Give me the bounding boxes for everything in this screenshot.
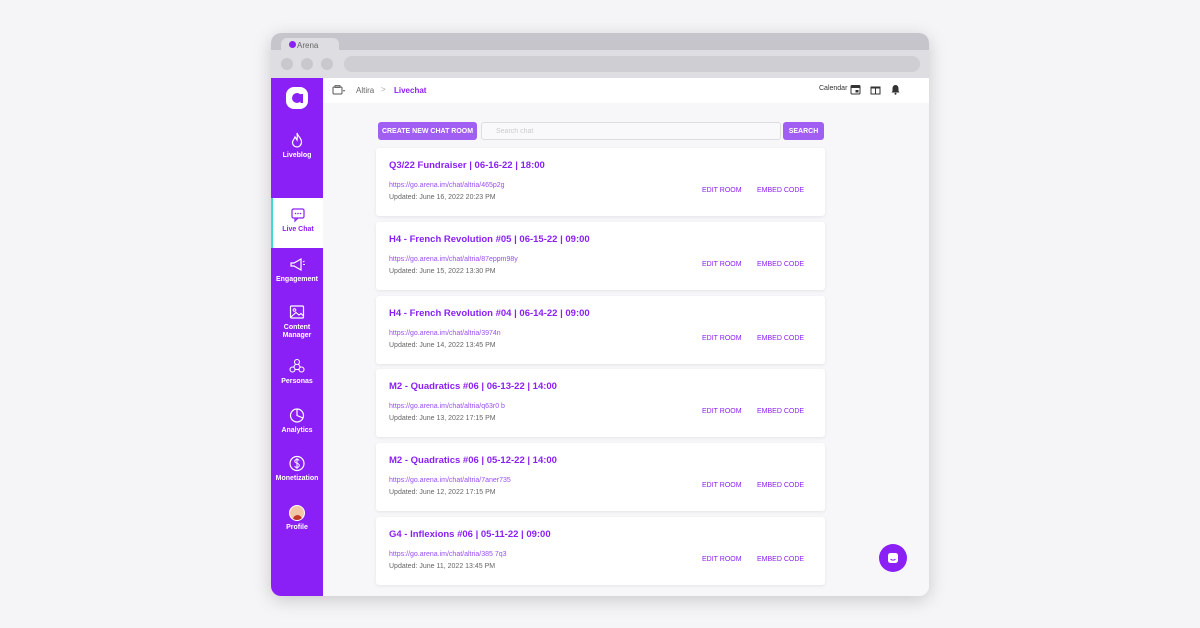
chat-icon — [291, 208, 305, 223]
calendar-link[interactable]: Calendar — [819, 85, 847, 92]
flame-icon — [291, 132, 303, 148]
sidebar-item-label: Liveblog — [282, 152, 312, 159]
room-link[interactable]: https://go.arena.im/chat/altria/q63r0 b — [389, 403, 505, 410]
room-title[interactable]: M2 - Quadratics #06 | 05-12-22 | 14:00 — [389, 455, 557, 466]
edit-room-button[interactable]: EDIT ROOM — [702, 335, 742, 342]
create-chat-room-button[interactable]: CREATE NEW CHAT ROOM — [378, 122, 477, 140]
sidebar-item-analytics[interactable]: Analytics — [271, 399, 323, 449]
list-item: Q3/22 Fundraiser | 06-16-22 | 18:00 http… — [376, 148, 825, 216]
search-input[interactable] — [481, 122, 781, 140]
edit-room-button[interactable]: EDIT ROOM — [702, 408, 742, 415]
message-icon — [888, 553, 898, 563]
sidebar-item-label: Engagement — [275, 276, 318, 283]
arena-logo-icon[interactable] — [285, 86, 309, 110]
sidebar: Liveblog Live Chat Engagement Content Ma… — [271, 78, 323, 596]
sidebar-item-content-manager[interactable]: Content Manager — [271, 296, 323, 350]
gift-icon[interactable] — [870, 84, 881, 95]
tab-title: Arena — [297, 41, 319, 50]
edit-room-button[interactable]: EDIT ROOM — [702, 556, 742, 563]
avatar — [289, 505, 305, 521]
room-updated: Updated: June 15, 2022 13:30 PM — [389, 267, 496, 275]
chat-room-list: Q3/22 Fundraiser | 06-16-22 | 18:00 http… — [376, 148, 825, 591]
room-updated: Updated: June 11, 2022 13:45 PM — [389, 562, 496, 570]
breadcrumb-separator: > — [381, 85, 386, 94]
sidebar-item-label: Content Manager — [282, 324, 312, 339]
sidebar-item-live-chat[interactable]: Live Chat — [271, 198, 323, 248]
sidebar-item-label: Personas — [281, 378, 313, 385]
embed-code-button[interactable]: EMBED CODE — [757, 408, 804, 415]
embed-code-button[interactable]: EMBED CODE — [757, 187, 804, 194]
breadcrumb-altira[interactable]: Altira — [356, 86, 374, 95]
room-link[interactable]: https://go.arena.im/chat/altria/385 7q3 — [389, 551, 507, 558]
room-link[interactable]: https://go.arena.im/chat/altria/87eppm98… — [389, 256, 518, 263]
browser-toolbar — [271, 50, 929, 78]
room-title[interactable]: G4 - Inflexions #06 | 05-11-22 | 09:00 — [389, 529, 551, 540]
list-item: H4 - French Revolution #05 | 06-15-22 | … — [376, 221, 825, 290]
embed-code-button[interactable]: EMBED CODE — [757, 261, 804, 268]
room-link[interactable]: https://go.arena.im/chat/altria/465p2g — [389, 182, 505, 189]
room-title[interactable]: M2 - Quadratics #06 | 06-13-22 | 14:00 — [389, 381, 557, 392]
room-title[interactable]: Q3/22 Fundraiser | 06-16-22 | 18:00 — [389, 160, 545, 171]
dollar-icon — [289, 455, 305, 472]
browser-window: Arena Liveblog Live Chat Engagement Cont… — [271, 33, 929, 596]
support-chat-button[interactable] — [879, 544, 907, 572]
forward-button[interactable] — [301, 58, 313, 70]
back-button[interactable] — [281, 58, 293, 70]
list-item: M2 - Quadratics #06 | 05-12-22 | 14:00 h… — [376, 443, 825, 512]
pie-chart-icon — [289, 408, 305, 423]
search-button[interactable]: SEARCH — [783, 122, 824, 140]
embed-code-button[interactable]: EMBED CODE — [757, 482, 804, 489]
organization-icon[interactable] — [332, 85, 346, 96]
edit-room-button[interactable]: EDIT ROOM — [702, 482, 742, 489]
main-content: Altira > Livechat Calendar CREATE NEW CH… — [323, 78, 929, 596]
embed-code-button[interactable]: EMBED CODE — [757, 335, 804, 342]
calendar-icon[interactable] — [850, 84, 861, 95]
edit-room-button[interactable]: EDIT ROOM — [702, 261, 742, 268]
embed-code-button[interactable]: EMBED CODE — [757, 556, 804, 563]
tab-strip: Arena — [271, 33, 929, 52]
edit-room-button[interactable]: EDIT ROOM — [702, 187, 742, 194]
room-updated: Updated: June 13, 2022 17:15 PM — [389, 415, 496, 423]
megaphone-icon — [290, 257, 305, 272]
sidebar-item-liveblog[interactable]: Liveblog — [271, 124, 323, 174]
sidebar-item-label: Analytics — [281, 427, 313, 434]
list-item: H4 - French Revolution #04 | 06-14-22 | … — [376, 295, 825, 364]
sidebar-item-label: Monetization — [275, 475, 319, 482]
room-updated: Updated: June 14, 2022 13:45 PM — [389, 341, 496, 349]
room-link[interactable]: https://go.arena.im/chat/altria/7aner735 — [389, 477, 511, 484]
list-item: G4 - Inflexions #06 | 05-11-22 | 09:00 h… — [376, 516, 825, 585]
room-updated: Updated: June 12, 2022 17:15 PM — [389, 489, 496, 497]
bell-icon[interactable] — [890, 84, 901, 95]
arena-logo-icon — [289, 41, 296, 48]
room-updated: Updated: June 16, 2022 20:23 PM — [389, 194, 496, 201]
personas-icon — [289, 358, 305, 373]
image-icon — [289, 305, 305, 319]
address-bar[interactable] — [344, 56, 920, 72]
breadcrumb-livechat: Livechat — [394, 86, 427, 95]
room-title[interactable]: H4 - French Revolution #05 | 06-15-22 | … — [389, 234, 590, 245]
top-bar: Altira > Livechat Calendar — [323, 78, 929, 103]
room-title[interactable]: H4 - French Revolution #04 | 06-14-22 | … — [389, 308, 590, 319]
sidebar-item-label: Live Chat — [282, 226, 314, 233]
list-item: M2 - Quadratics #06 | 06-13-22 | 14:00 h… — [376, 369, 825, 438]
sidebar-item-monetization[interactable]: Monetization — [271, 447, 323, 497]
sidebar-item-engagement[interactable]: Engagement — [271, 248, 323, 298]
sidebar-item-profile[interactable]: Profile — [271, 495, 323, 545]
room-link[interactable]: https://go.arena.im/chat/altria/3974n — [389, 330, 501, 337]
sidebar-item-label: Profile — [286, 524, 308, 531]
reload-button[interactable] — [321, 58, 333, 70]
sidebar-item-personas[interactable]: Personas — [271, 350, 323, 400]
